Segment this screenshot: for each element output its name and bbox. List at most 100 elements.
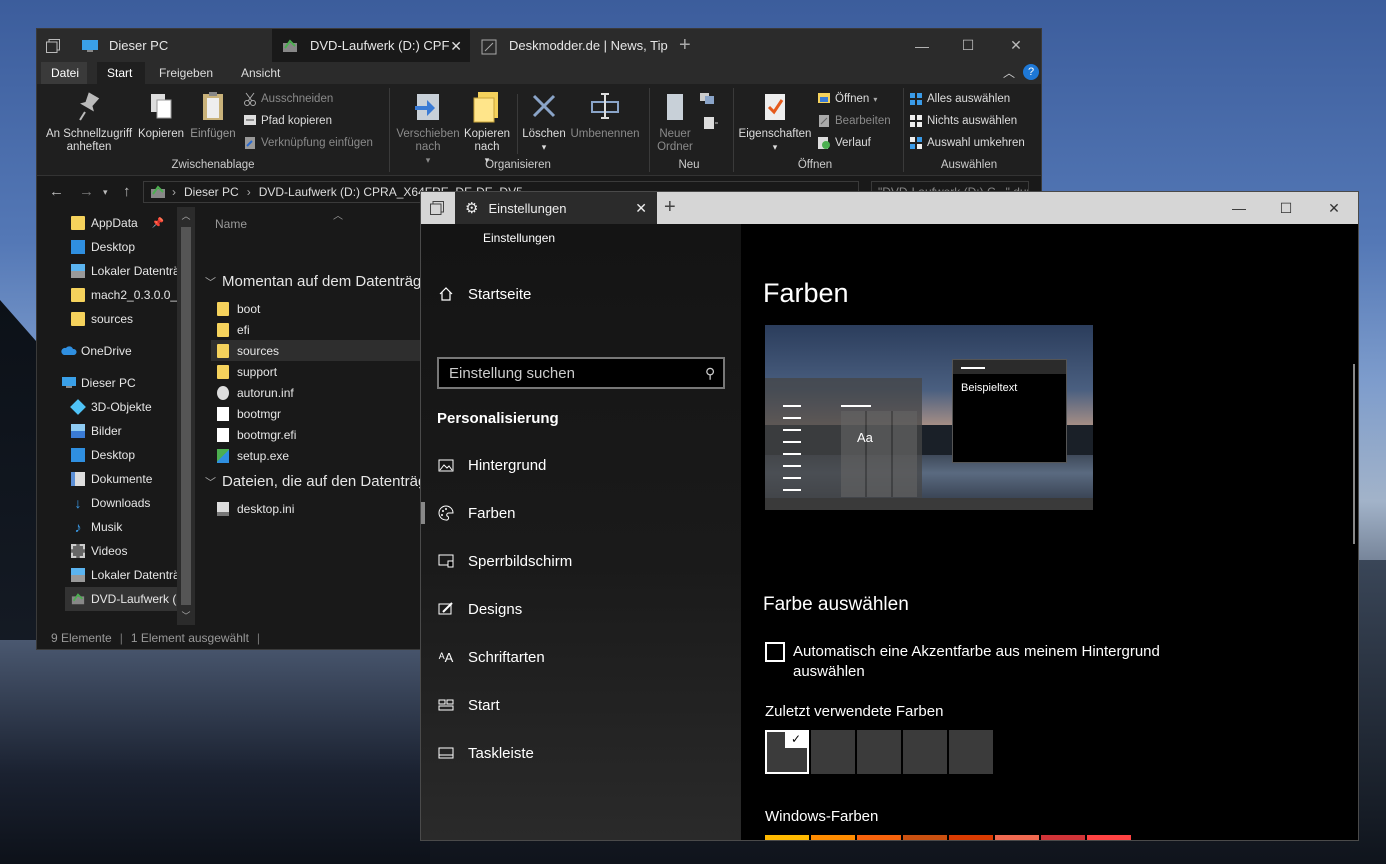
cut-button[interactable]: Ausschneiden: [243, 92, 333, 106]
windows-color-swatch[interactable]: [1087, 835, 1131, 840]
list-item[interactable]: setup.exe: [217, 445, 289, 466]
tab-overview-icon[interactable]: [45, 38, 61, 54]
recent-locations-icon[interactable]: ▾: [103, 187, 108, 198]
list-item[interactable]: boot: [217, 298, 260, 319]
list-item[interactable]: bootmgr: [217, 403, 281, 424]
nav-item-pictures[interactable]: Bilder: [71, 419, 122, 443]
nav-item-mach2[interactable]: mach2_0.3.0.0_x6: [71, 283, 190, 307]
paste-shortcut-button[interactable]: Verknüpfung einfügen: [243, 136, 373, 150]
pin-quick-access-button[interactable]: An Schnellzugriff anheften: [41, 90, 137, 154]
windows-color-swatch[interactable]: [949, 835, 993, 840]
list-item[interactable]: autorun.inf: [217, 382, 294, 403]
invert-selection-button[interactable]: Auswahl umkehren: [909, 136, 1025, 150]
scroll-thumb[interactable]: [181, 227, 191, 605]
list-item[interactable]: efi: [217, 319, 250, 340]
nav-farben[interactable]: Farben: [437, 501, 516, 525]
nav-item-music[interactable]: ♪ Musik: [71, 515, 123, 539]
ribbon-tab-start[interactable]: Start: [97, 62, 145, 84]
auto-accent-label[interactable]: Automatisch eine Akzentfarbe aus meinem …: [793, 642, 1183, 682]
nav-scrollbar[interactable]: ︿ ﹀: [177, 207, 195, 625]
ribbon-tab-freigeben[interactable]: Freigeben: [149, 62, 223, 84]
nav-item-sources[interactable]: sources: [71, 307, 133, 331]
copy-button[interactable]: Kopieren: [137, 90, 185, 141]
nav-item-dvd-drive[interactable]: DVD-Laufwerk (D: [65, 587, 185, 611]
copy-path-button[interactable]: Pfad kopieren: [243, 114, 332, 128]
minimize-button[interactable]: —: [1216, 192, 1262, 224]
auto-accent-checkbox[interactable]: [765, 642, 785, 662]
nav-home[interactable]: Startseite: [437, 282, 531, 306]
tab-overview-icon[interactable]: [430, 201, 446, 217]
ribbon-tab-ansicht[interactable]: Ansicht: [231, 62, 290, 84]
new-folder-button[interactable]: Neuer Ordner: [651, 90, 699, 154]
nav-item-desktop-pc[interactable]: Desktop: [71, 443, 135, 467]
nav-item-local-disk[interactable]: Lokaler Datenträ: [71, 259, 180, 283]
windows-color-swatch[interactable]: [857, 835, 901, 840]
maximize-button[interactable]: ☐: [1263, 192, 1309, 224]
rename-button[interactable]: Umbenennen: [567, 90, 643, 141]
copy-to-button[interactable]: Kopieren nach ▾: [461, 90, 513, 167]
close-tab-icon[interactable]: ✕: [635, 200, 647, 217]
tab-deskmodder[interactable]: Deskmodder.de | News, Tip: [471, 29, 671, 62]
nav-schriftarten[interactable]: ᴬA Schriftarten: [437, 645, 545, 669]
open-button[interactable]: Öffnen ▾: [817, 92, 877, 106]
recent-color-swatch[interactable]: [811, 730, 855, 774]
column-header-name[interactable]: Name: [215, 217, 247, 231]
nav-item-local-disk-c[interactable]: Lokaler Datenträ: [71, 563, 180, 587]
edit-button[interactable]: Bearbeiten: [817, 114, 891, 128]
windows-color-swatch[interactable]: [903, 835, 947, 840]
tab-einstellungen[interactable]: ⚙ Einstellungen ✕: [455, 192, 657, 224]
delete-button[interactable]: Löschen ▾: [521, 90, 567, 154]
recent-color-swatch[interactable]: [857, 730, 901, 774]
close-tab-icon[interactable]: ✕: [450, 38, 462, 55]
collapse-ribbon-icon[interactable]: ︿: [1003, 64, 1015, 81]
list-item[interactable]: support: [217, 361, 277, 382]
scroll-up-icon[interactable]: ︿: [177, 209, 195, 222]
nav-item-videos[interactable]: Videos: [71, 539, 127, 563]
list-item[interactable]: bootmgr.efi: [217, 424, 296, 445]
nav-item-dieser-pc[interactable]: Dieser PC: [61, 371, 136, 395]
nav-item-appdata[interactable]: AppData 📌: [71, 211, 175, 235]
new-item-icon[interactable]: [699, 92, 717, 106]
nav-item-3d-objects[interactable]: 3D-Objekte: [70, 395, 152, 419]
select-none-button[interactable]: Nichts auswählen: [909, 114, 1017, 128]
tab-dvd-drive[interactable]: DVD-Laufwerk (D:) CPF ✕: [272, 29, 470, 62]
group-header-pending[interactable]: ﹀ Dateien, die auf den Datenträger: [205, 473, 440, 490]
history-button[interactable]: Verlauf: [817, 136, 871, 150]
minimize-button[interactable]: —: [899, 29, 945, 62]
nav-sperrbildschirm[interactable]: Sperrbildschirm: [437, 549, 572, 573]
help-icon[interactable]: ?: [1023, 64, 1039, 80]
windows-color-swatch[interactable]: [1041, 835, 1085, 840]
easy-access-icon[interactable]: [701, 116, 719, 130]
nav-item-desktop[interactable]: Desktop: [71, 235, 135, 259]
nav-item-downloads[interactable]: ↓ Downloads: [71, 491, 151, 515]
settings-search-input[interactable]: Einstellung suchen ⚲: [437, 357, 725, 389]
windows-color-swatch[interactable]: [811, 835, 855, 840]
back-arrow-icon[interactable]: ←: [49, 183, 64, 200]
properties-button[interactable]: Eigenschaften ▾: [735, 90, 815, 154]
recent-color-swatch[interactable]: [903, 730, 947, 774]
group-header-on-disk[interactable]: ﹀ Momentan auf dem Datenträger: [205, 273, 435, 290]
close-button[interactable]: ✕: [993, 29, 1039, 62]
ribbon-tab-datei[interactable]: Datei: [41, 62, 87, 84]
maximize-button[interactable]: ☐: [945, 29, 991, 62]
move-to-button[interactable]: Verschieben nach ▾: [393, 90, 463, 167]
nav-hintergrund[interactable]: Hintergrund: [437, 453, 546, 477]
nav-designs[interactable]: Designs: [437, 597, 522, 621]
nav-start[interactable]: Start: [437, 693, 500, 717]
nav-item-onedrive[interactable]: OneDrive: [61, 339, 132, 363]
windows-color-swatch[interactable]: [765, 835, 809, 840]
content-scrollbar[interactable]: [1353, 364, 1355, 544]
windows-color-swatch[interactable]: [995, 835, 1039, 840]
search-icon[interactable]: ⚲: [705, 365, 715, 382]
new-tab-icon[interactable]: +: [679, 34, 691, 57]
breadcrumb-dieser-pc[interactable]: Dieser PC: [184, 185, 239, 199]
close-button[interactable]: ✕: [1311, 192, 1357, 224]
list-item[interactable]: desktop.ini: [217, 498, 294, 519]
nav-taskleiste[interactable]: Taskleiste: [437, 741, 534, 765]
new-tab-icon[interactable]: +: [664, 196, 676, 219]
select-all-button[interactable]: Alles auswählen: [909, 92, 1010, 106]
forward-arrow-icon[interactable]: →: [79, 183, 94, 200]
tab-dieser-pc[interactable]: Dieser PC: [71, 29, 271, 62]
nav-item-documents[interactable]: Dokumente: [71, 467, 152, 491]
recent-color-swatch[interactable]: [949, 730, 993, 774]
